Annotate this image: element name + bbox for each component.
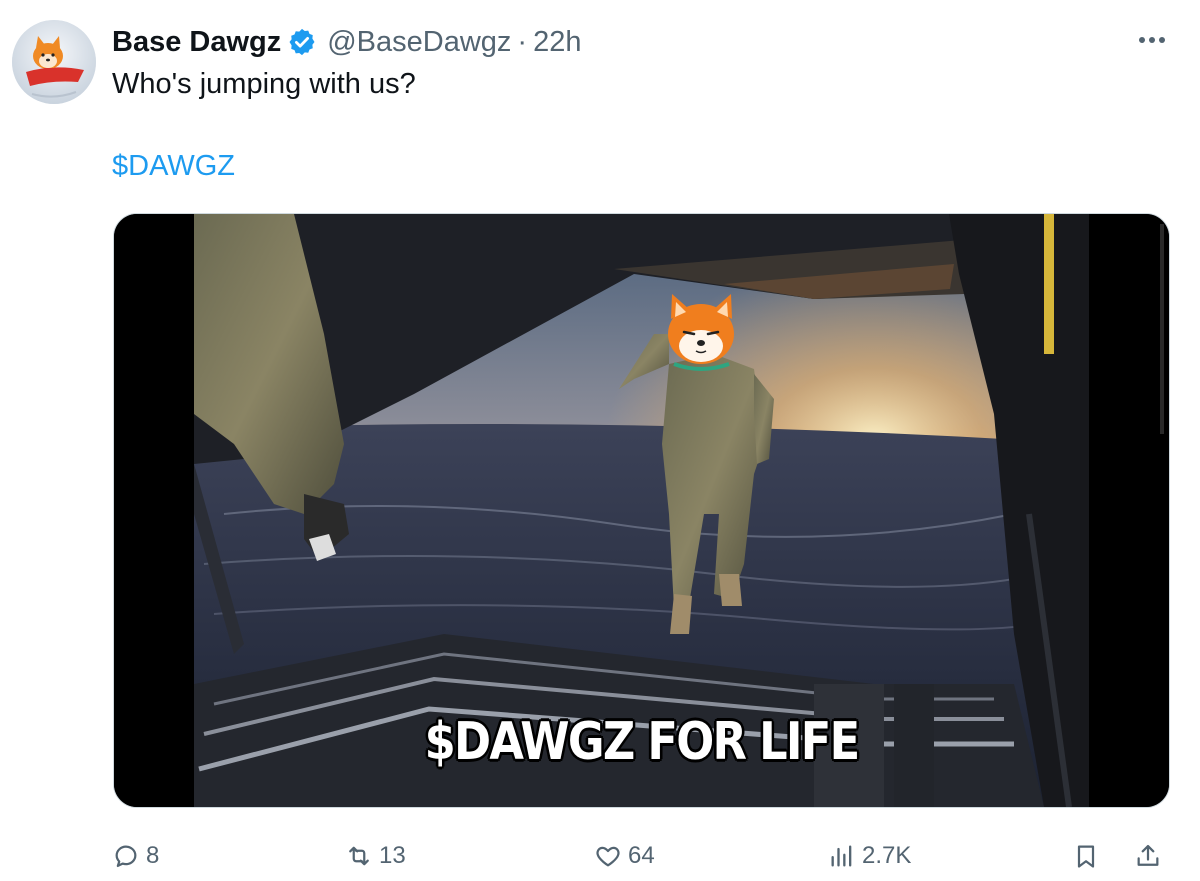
repost-button[interactable]: 13 [345,836,406,876]
media-image [114,214,1169,807]
tweet-header: Base Dawgz @BaseDawgz · 22h [112,22,581,62]
repost-count: 13 [379,842,406,869]
author-name[interactable]: Base Dawgz [112,26,281,59]
timestamp[interactable]: 22h [533,26,581,59]
like-button[interactable]: 64 [594,836,655,876]
more-options-button[interactable] [1130,22,1174,58]
tweet-media[interactable]: $DAWGZ FOR LIFE [113,213,1170,808]
bookmark-button[interactable] [1072,836,1106,876]
repost-icon [349,846,369,866]
cashtag-link[interactable]: $DAWGZ [112,150,235,183]
author-handle[interactable]: @BaseDawgz [327,26,511,59]
bookmark-icon [1077,845,1095,868]
like-count: 64 [628,842,655,869]
reply-icon [115,845,137,868]
like-icon [596,846,620,867]
reply-button[interactable]: 8 [112,836,159,876]
share-icon [1137,844,1159,866]
verified-badge-icon [287,27,317,57]
avatar-image [12,20,96,104]
separator-dot: · [517,25,528,58]
share-button[interactable] [1134,836,1168,876]
views-count: 2.7K [862,842,912,869]
tweet-text: Who's jumping with us? [112,68,416,100]
action-bar: 8 13 64 2.7K [112,836,1172,876]
views-button[interactable]: 2.7K [828,836,911,876]
tweet[interactable]: Base Dawgz @BaseDawgz · 22h Who's jumpin… [0,0,1200,881]
reply-count: 8 [146,842,160,869]
avatar[interactable] [12,20,96,104]
views-icon [831,845,852,867]
more-horizontal-icon [1139,37,1165,43]
